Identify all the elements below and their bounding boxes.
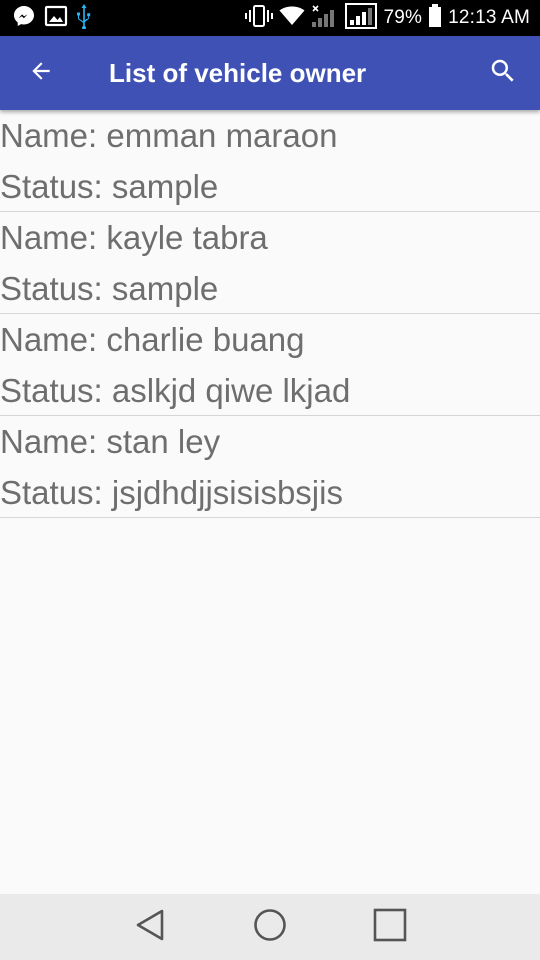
app-bar: List of vehicle owner: [0, 36, 540, 110]
signal-no-sim-icon: [311, 4, 339, 33]
back-triangle-icon: [134, 908, 166, 947]
nav-home-button[interactable]: [240, 897, 300, 957]
owner-status: Status: jsjdhdjjsisisbsjis: [0, 474, 343, 511]
page-title: List of vehicle owner: [109, 57, 367, 88]
owner-name: Name: charlie buang: [0, 321, 305, 358]
wifi-icon: [279, 6, 305, 31]
clock: 12:13 AM: [448, 7, 530, 28]
list-item[interactable]: Name: charlie buang Status: aslkjd qiwe …: [0, 314, 540, 416]
list-item[interactable]: Name: stan ley Status: jsjdhdjjsisisbsji…: [0, 416, 540, 518]
arrow-back-icon: [28, 58, 54, 89]
owner-name: Name: kayle tabra: [0, 219, 268, 256]
owner-status: Status: aslkjd qiwe lkjad: [0, 372, 351, 409]
status-bar: 79% 12:13 AM: [0, 0, 540, 36]
vibrate-icon: [245, 4, 274, 32]
back-button[interactable]: [0, 36, 84, 110]
owner-name: Name: stan ley: [0, 423, 221, 460]
status-bar-right: 79% 12:13 AM: [245, 2, 530, 34]
owner-status: Status: sample: [0, 270, 219, 307]
usb-icon: [76, 3, 92, 34]
owner-list: Name: emman maraon Status: sample Name: …: [0, 110, 540, 518]
recents-square-icon: [373, 908, 407, 947]
search-icon: [488, 56, 518, 91]
gallery-icon: [44, 4, 68, 33]
nav-recents-button[interactable]: [360, 897, 420, 957]
search-button[interactable]: [466, 36, 540, 110]
status-bar-left: [12, 3, 92, 34]
battery-icon: [428, 3, 442, 33]
navigation-bar: [0, 894, 540, 960]
owner-status: Status: sample: [0, 168, 219, 205]
messenger-icon: [12, 4, 36, 33]
home-circle-icon: [253, 908, 287, 947]
list-item[interactable]: Name: kayle tabra Status: sample: [0, 212, 540, 314]
signal-icon: [345, 2, 378, 34]
battery-percent: 79%: [383, 7, 423, 28]
list-item[interactable]: Name: emman maraon Status: sample: [0, 110, 540, 212]
nav-back-button[interactable]: [120, 897, 180, 957]
owner-name: Name: emman maraon: [0, 117, 338, 154]
